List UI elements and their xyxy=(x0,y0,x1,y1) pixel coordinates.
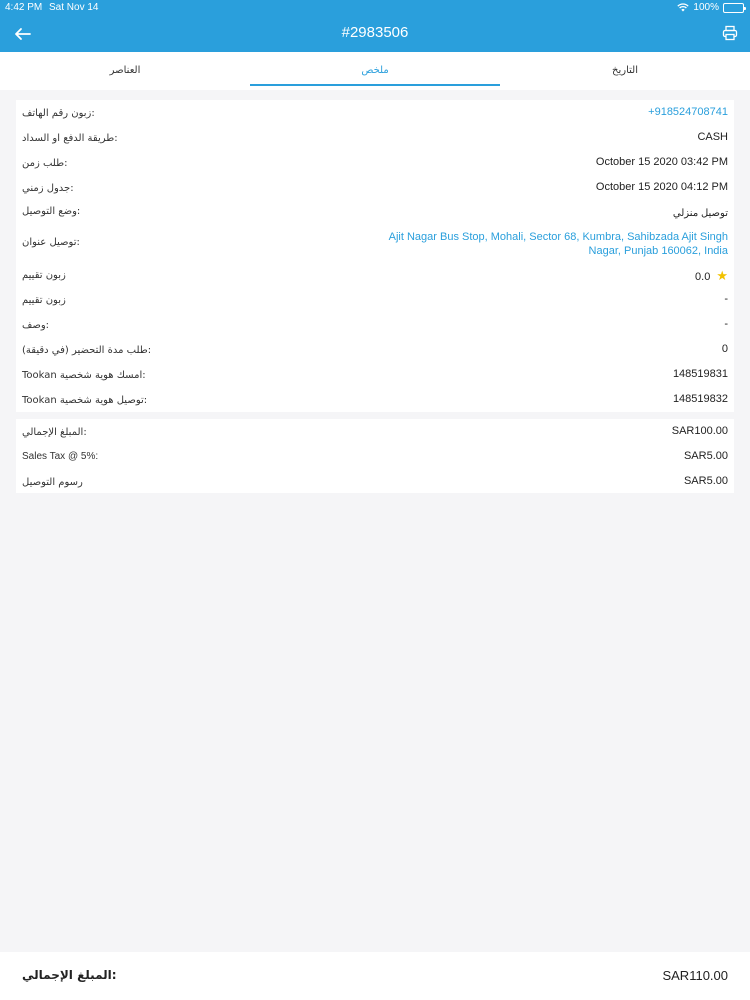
detail-label: طلب مدة التحضير (في دقيقة): xyxy=(22,345,152,356)
tab-label: العناصر xyxy=(109,65,141,76)
tab-summary[interactable]: ملخص xyxy=(250,52,500,90)
detail-value: 148519832 xyxy=(672,393,728,405)
tab-label: ملخص xyxy=(361,65,389,76)
detail-value: October 15 2020 04:12 PM xyxy=(595,181,728,193)
detail-value: CASH xyxy=(697,131,728,143)
status-time: 4:42 PM xyxy=(5,2,43,13)
detail-label: Tookan توصيل هوية شخصية: xyxy=(22,395,148,406)
tab-bar: العناصر ملخص التاريخ xyxy=(0,52,750,90)
printer-icon[interactable] xyxy=(722,25,738,41)
star-icon: ★ xyxy=(716,268,728,283)
nav-bar: #2983506 xyxy=(0,16,750,52)
detail-label: توصيل عنوان: xyxy=(22,237,80,248)
amount-value: SAR5.00 xyxy=(683,450,728,462)
wifi-icon xyxy=(677,3,690,12)
amounts-card: المبلغ الإجمالي: SAR100.00 Sales Tax @ 5… xyxy=(16,419,734,493)
status-bar: 4:42 PM Sat Nov 14 100% xyxy=(0,0,750,16)
total-label: المبلغ الإجمالي: xyxy=(22,968,117,982)
detail-label: وضع التوصيل: xyxy=(22,206,81,217)
detail-label: طلب زمن: xyxy=(22,158,68,169)
order-details-card: زبون رقم الهاتف: +918524708741 طريقة الد… xyxy=(16,100,734,412)
amount-label: Sales Tax @ 5%: xyxy=(22,451,99,462)
amount-label: رسوم التوصيل xyxy=(22,477,83,488)
detail-value: توصيل منزلي xyxy=(672,208,728,219)
tab-items[interactable]: العناصر xyxy=(0,52,250,90)
detail-value: - xyxy=(724,293,728,305)
detail-label: زبون تقييم xyxy=(22,295,66,306)
detail-value: - xyxy=(724,318,728,330)
detail-label: جدول زمني: xyxy=(22,183,74,194)
battery-icon xyxy=(723,2,746,13)
detail-label: زبون رقم الهاتف: xyxy=(22,108,95,119)
detail-label: طريقة الدفع او السداد: xyxy=(22,133,118,144)
detail-value: October 15 2020 03:42 PM xyxy=(595,156,728,168)
amount-value: SAR100.00 xyxy=(671,425,728,437)
battery-percent: 100% xyxy=(693,2,719,13)
phone-link[interactable]: +918524708741 xyxy=(648,106,728,118)
rating-value: 0.0 ★ xyxy=(695,268,728,284)
detail-label: زبون تقييم xyxy=(22,270,66,281)
total-value: SAR110.00 xyxy=(662,968,728,983)
amount-value: SAR5.00 xyxy=(683,475,728,487)
tab-history[interactable]: التاريخ xyxy=(500,52,750,90)
tab-label: التاريخ xyxy=(612,65,638,76)
address-link[interactable]: Ajit Nagar Bus Stop, Mohali, Sector 68, … xyxy=(388,230,728,258)
detail-label: وصف: xyxy=(22,320,50,331)
total-footer: المبلغ الإجمالي: SAR110.00 xyxy=(0,952,750,1000)
rating-number: 0.0 xyxy=(695,271,711,283)
detail-value: 148519831 xyxy=(672,368,728,380)
detail-label: Tookan امسك هوية شخصية: xyxy=(22,370,146,381)
order-title: #2983506 xyxy=(341,24,409,41)
status-date: Sat Nov 14 xyxy=(49,2,99,13)
status-right: 100% xyxy=(677,2,746,13)
amount-label: المبلغ الإجمالي: xyxy=(22,427,87,438)
detail-value: 0 xyxy=(721,343,728,355)
